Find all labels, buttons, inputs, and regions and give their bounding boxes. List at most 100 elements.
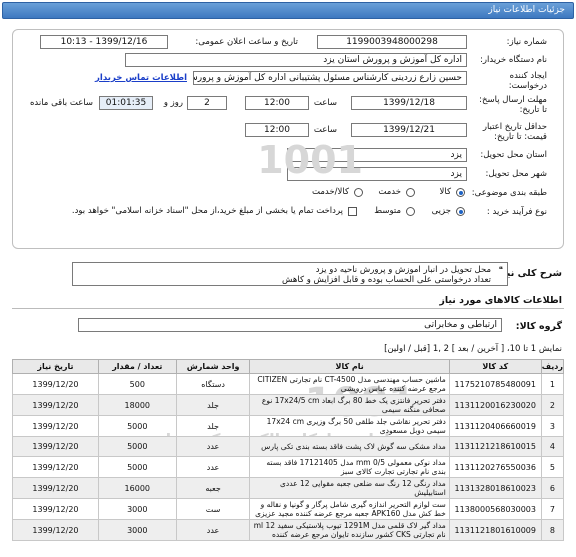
quantity-cell: 3000 [97, 498, 177, 520]
purchase-radio-medium[interactable] [406, 207, 415, 216]
deadline-time-field[interactable]: 12:00 [245, 96, 309, 110]
city-field[interactable]: یزد [287, 167, 467, 181]
quantity-cell: 5000 [97, 456, 177, 478]
item-code-cell: 1131120276550036 [448, 456, 542, 478]
row-number-cell: 5 [540, 456, 565, 478]
price-date-field[interactable]: 1399/12/21 [351, 123, 467, 137]
need-number-label: شماره نیاز: [506, 37, 547, 47]
item-code-cell: 1131121218610015 [448, 436, 542, 457]
price-time-label: ساعت [313, 125, 337, 135]
paragraph-icon: ❝ [498, 265, 503, 274]
item-code-cell: 1131120406660019 [448, 415, 542, 437]
table-row[interactable]: 7 1138000568030003 ست لوازم التحریر اندازه… [12, 498, 565, 520]
pagination[interactable]: نمایش 1 تا 10، [ آخرین / بعد ] 2 ,1 [قبل… [384, 344, 562, 354]
city-label: شهر محل تحویل: [485, 169, 547, 179]
table-row[interactable]: 3 1131120406660019 دفتر تحریر نقاشی جلد طل… [12, 415, 565, 437]
category-option-both: کالا/خدمت [312, 187, 349, 197]
treasury-payment-text: پرداخت تمام یا بخشی از مبلغ خرید،از محل … [71, 206, 343, 216]
province-label: استان محل تحویل: [480, 150, 547, 160]
need-date-cell: 1399/12/20 [12, 415, 99, 437]
page-header-bar: جزئیات اطلاعات نیاز [2, 2, 574, 19]
need-date-cell: 1399/12/20 [12, 373, 99, 395]
item-name-cell: مداد رنگی 12 رنگ سه ضلعی جعبه مقوایی 12 … [249, 477, 450, 499]
need-number-field[interactable]: 1199003948000298 [317, 35, 467, 49]
purchase-type-label: نوع فرآیند خرید : [486, 207, 547, 217]
unit-cell: دستگاه [175, 373, 251, 395]
item-name-cell: دفتر تحریر نقاشی جلد طلقی 50 برگ وزیری 1… [249, 415, 450, 437]
purchase-radio-partial[interactable] [456, 207, 465, 216]
row-number-cell: 2 [540, 394, 565, 416]
price-time-field[interactable]: 12:00 [245, 123, 309, 137]
table-row[interactable]: 5 1131120276550036 مداد نوکی معمولی mm 0/5… [12, 456, 565, 478]
page-title: جزئیات اطلاعات نیاز [488, 5, 565, 15]
description-line-1: محل تحویل در انبار اموزش و پرورش ناحیه د… [315, 265, 491, 275]
announce-label: تاریخ و ساعت اعلان عمومی: [195, 37, 298, 47]
item-code-cell: 1175210785480091 [448, 373, 542, 395]
description-line-2: تعداد درخواستی علی الحساب بوده و قابل اف… [282, 275, 491, 285]
purchase-option-medium: متوسط [374, 206, 401, 216]
category-option-service: خدمت [378, 187, 401, 197]
quantity-cell: 18000 [97, 394, 177, 416]
goods-group-label: گروه کالا: [515, 321, 562, 332]
table-row[interactable]: 2 1131120016230020 دفتر تحریر فانتزی یک خط… [12, 394, 565, 416]
need-date-cell: 1399/12/20 [12, 519, 99, 541]
unit-cell: جلد [175, 415, 251, 437]
unit-cell: جعبه [175, 477, 251, 499]
countdown-timer: 01:01:35 [99, 96, 153, 110]
table-row[interactable]: 4 1131121218610015 مداد مشکی سه گوش لاک پش… [12, 436, 565, 457]
category-label: طبقه بندی موضوعی: [471, 188, 547, 198]
buyer-contact-link[interactable]: اطلاعات تماس خریدار [95, 73, 187, 83]
row-number-cell: 7 [540, 498, 565, 520]
item-name-cell: مداد گیر لاک قلمی مدل 1291M تیوب پلاستیک… [249, 519, 450, 541]
buyer-label: نام دستگاه خریدار: [480, 55, 547, 65]
goods-section-title: اطلاعات کالاهای مورد نیاز [439, 295, 562, 306]
deadline-date-field[interactable]: 1399/12/18 [351, 96, 467, 110]
deadline-time-label: ساعت [313, 98, 337, 108]
col-date: تاریخ نیاز [12, 359, 99, 374]
days-field[interactable]: 2 [187, 96, 227, 110]
price-validity-label: حداقل تاریخ اعتبار قیمت: تا تاریخ: [482, 122, 547, 142]
category-radio-goods[interactable] [456, 188, 465, 197]
category-radio-both[interactable] [354, 188, 363, 197]
col-unit: واحد شمارش [175, 359, 251, 374]
purchase-option-partial: جزیی [431, 206, 451, 216]
table-row[interactable]: 8 1131121801610009 مداد گیر لاک قلمی مدل 1… [12, 519, 565, 541]
item-code-cell: 1131120016230020 [448, 394, 542, 416]
unit-cell: ست [175, 498, 251, 520]
row-number-cell: 8 [540, 519, 565, 541]
col-name: نام کالا [249, 359, 450, 374]
item-name-cell: مداد نوکی معمولی mm 0/5 مدل 17121405 فاق… [249, 456, 450, 478]
need-date-cell: 1399/12/20 [12, 498, 99, 520]
need-date-cell: 1399/12/20 [12, 394, 99, 416]
category-radio-service[interactable] [406, 188, 415, 197]
row-number-cell: 3 [540, 415, 565, 437]
item-name-cell: مداد مشکی سه گوش لاک پشت فاقد بسته بندی … [249, 436, 450, 457]
quantity-cell: 500 [97, 373, 177, 395]
item-name-cell: ماشین حساب مهندسی مدل CT-4500 نام تجارتی… [249, 373, 450, 395]
remaining-label: ساعت باقی مانده [29, 98, 93, 108]
need-date-cell: 1399/12/20 [12, 436, 99, 457]
table-header-row: ردیف کد کالا نام کالا واحد شمارش تعداد /… [12, 359, 565, 374]
days-label: روز و [163, 98, 183, 108]
item-name-cell: ست لوازم التحریر اندازه گیری شامل پرگار … [249, 498, 450, 520]
section-divider [12, 308, 564, 309]
category-option-goods: کالا [439, 187, 451, 197]
quantity-cell: 5000 [97, 436, 177, 457]
announce-field[interactable]: 1399/12/16 - 10:13 [40, 35, 168, 49]
province-field[interactable]: یزد [287, 148, 467, 162]
table-row[interactable]: 6 1131328018610023 مداد رنگی 12 رنگ سه ضلع… [12, 477, 565, 499]
quantity-cell: 16000 [97, 477, 177, 499]
item-name-cell: دفتر تحریر فانتزی یک خط 80 برگ ابعاد 17x… [249, 394, 450, 416]
unit-cell: جلد [175, 394, 251, 416]
description-box[interactable]: محل تحویل در انبار اموزش و پرورش ناحیه د… [72, 262, 508, 286]
deadline-label: مهلت ارسال پاسخ: تا تاریخ: [479, 95, 547, 115]
treasury-payment-checkbox[interactable] [348, 207, 357, 216]
table-row[interactable]: 1 1175210785480091 ماشین حساب مهندسی مدل C… [12, 373, 565, 395]
creator-label: ایجاد کننده درخواست: [508, 71, 547, 91]
quantity-cell: 3000 [97, 519, 177, 541]
item-code-cell: 1131121801610009 [448, 519, 542, 541]
need-details-panel: شماره نیاز: 1199003948000298 تاریخ و ساع… [12, 29, 564, 249]
creator-field[interactable]: حسین زارع زردینی کارشناس مسئول پشتیبانی … [193, 71, 467, 85]
goods-group-field[interactable]: ارتباطی و مخابراتی [78, 318, 502, 332]
buyer-field[interactable]: اداره کل آموزش و پرورش استان یزد [125, 53, 467, 67]
